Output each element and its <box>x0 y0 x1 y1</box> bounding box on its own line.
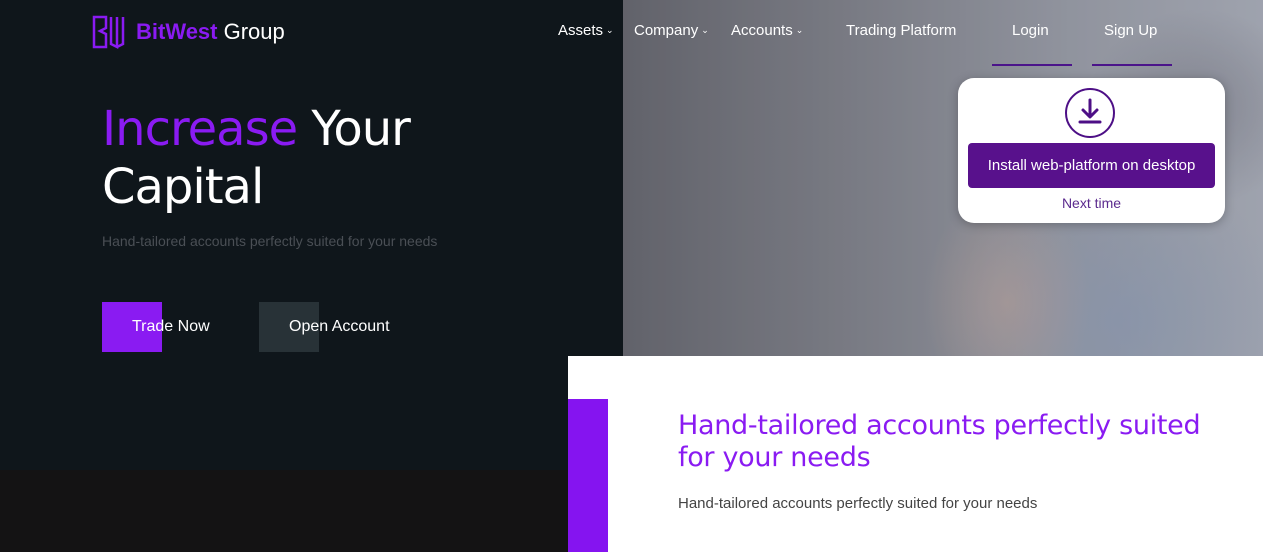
nav-accounts[interactable]: Accounts ⌄ <box>731 22 803 39</box>
nav-signup[interactable]: Sign Up <box>1104 22 1157 39</box>
card-title: Hand-tailored accounts perfectly suited … <box>678 410 1201 473</box>
hero-subheading: Hand-tailored accounts perfectly suited … <box>102 233 438 249</box>
accounts-info-card: Hand-tailored accounts perfectly suited … <box>568 356 1263 552</box>
nav-assets[interactable]: Assets ⌄ <box>558 22 614 39</box>
open-account-label: Open Account <box>289 318 390 335</box>
headline-line2: Capital <box>102 159 264 215</box>
download-icon <box>1065 88 1115 138</box>
lower-dark-panel <box>0 470 568 552</box>
nav-trading-platform-label: Trading Platform <box>846 22 957 39</box>
main-nav: Assets ⌄ Company ⌄ Accounts ⌄ Trading Platf… <box>0 22 1263 46</box>
signup-underline <box>1092 64 1172 66</box>
nav-assets-label: Assets <box>558 22 604 39</box>
headline-accent: Increase <box>102 101 298 157</box>
install-web-platform-button[interactable]: Install web-platform on desktop <box>968 143 1215 188</box>
install-popup: Install web-platform on desktop Next tim… <box>958 78 1225 223</box>
headline-rest: Your <box>297 101 410 157</box>
card-text: Hand-tailored accounts perfectly suited … <box>678 495 1038 512</box>
chevron-down-icon: ⌄ <box>795 25 804 35</box>
next-time-link[interactable]: Next time <box>958 195 1225 211</box>
chevron-down-icon: ⌄ <box>606 25 614 35</box>
nav-login-label: Login <box>1012 22 1049 39</box>
nav-company-label: Company <box>634 22 699 39</box>
nav-login[interactable]: Login <box>1012 22 1049 39</box>
hero-headline: Increase Your Capital <box>102 100 411 216</box>
nav-trading-platform[interactable]: Trading Platform <box>846 22 956 39</box>
chevron-down-icon: ⌄ <box>701 25 709 35</box>
card-accent-bar <box>568 399 608 552</box>
nav-signup-label: Sign Up <box>1104 22 1158 39</box>
trade-now-label: Trade Now <box>132 318 210 335</box>
nav-company[interactable]: Company ⌄ <box>634 22 709 39</box>
trade-now-button[interactable]: Trade Now <box>102 302 210 352</box>
nav-accounts-label: Accounts <box>731 22 793 39</box>
login-underline <box>992 64 1072 66</box>
open-account-button[interactable]: Open Account <box>259 302 390 352</box>
